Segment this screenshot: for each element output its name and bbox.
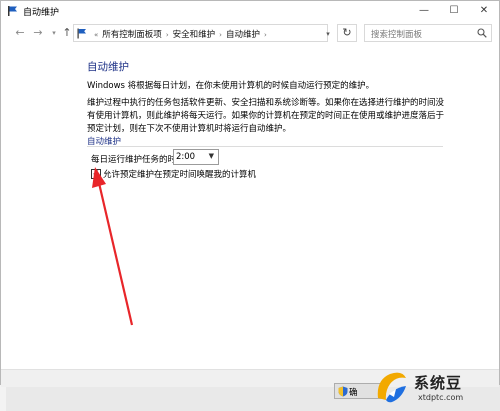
control-panel-window: 自动维护 — ☐ ✕ ← → ▾ ↑ «所有控制面板项 › 安全和维护 › 自动维护 › … <box>0 0 500 387</box>
window-title: 自动维护 <box>23 8 60 18</box>
chevron-down-icon: ▼ <box>208 152 214 160</box>
wake-computer-checkbox[interactable]: ✓ <box>91 169 101 179</box>
watermark-title: 系统豆 <box>414 374 463 392</box>
breadcrumb-separator-icon[interactable]: › <box>166 31 169 39</box>
watermark-logo-icon <box>377 372 406 403</box>
address-bar[interactable]: «所有控制面板项 › 安全和维护 › 自动维护 › <box>73 24 328 42</box>
back-button[interactable]: ← <box>13 26 27 40</box>
recent-locations-dropdown[interactable]: ▾ <box>47 26 61 40</box>
watermark-url: xtdptc.com <box>418 393 464 402</box>
close-button[interactable]: ✕ <box>469 1 499 21</box>
intro-text: Windows 将根据每日计划，在你未使用计算机的时候自动运行预定的维护。 <box>87 81 375 91</box>
maintenance-time-value: 2:00 <box>176 152 196 162</box>
up-button[interactable]: ↑ <box>60 26 74 40</box>
maximize-button[interactable]: ☐ <box>439 1 469 21</box>
ok-button-label: 确 <box>349 388 358 398</box>
breadcrumb-security-and-maintenance[interactable]: 安全和维护 <box>173 28 216 40</box>
wake-computer-label[interactable]: 允许预定维护在预定时间唤醒我的计算机 <box>103 168 256 180</box>
breadcrumb-all-control-panel-items[interactable]: 所有控制面板项 <box>102 28 162 40</box>
forward-button[interactable]: → <box>31 26 45 40</box>
main-content: 自动维护 Windows 将根据每日计划，在你未使用计算机的时候自动运行预定的维… <box>1 45 499 335</box>
minimize-button[interactable]: — <box>409 1 439 21</box>
title-bar: 自动维护 — ☐ ✕ <box>1 1 499 21</box>
description-text: 维护过程中执行的任务包括软件更新、安全扫描和系统诊断等。如果你在选择进行维护的时… <box>87 98 445 134</box>
maintenance-flag-icon <box>8 6 17 16</box>
breadcrumb-separator-icon[interactable]: › <box>219 31 222 39</box>
breadcrumb-automatic-maintenance[interactable]: 自动维护 <box>226 28 260 40</box>
section-divider <box>87 146 443 147</box>
refresh-button[interactable]: ↻ <box>337 24 357 42</box>
admin-shield-icon <box>338 386 348 397</box>
breadcrumb-separator-icon[interactable]: › <box>264 31 267 39</box>
page-title: 自动维护 <box>87 61 129 73</box>
search-icon[interactable] <box>477 28 487 38</box>
maintenance-time-label: 每日运行维护任务的时间 <box>91 155 185 165</box>
address-history-dropdown[interactable]: ▾ <box>321 27 335 41</box>
search-placeholder: 搜索控制面板 <box>371 30 423 40</box>
maintenance-time-select[interactable]: 2:00 ▼ <box>173 149 219 165</box>
breadcrumb-overflow-icon[interactable]: « <box>94 31 98 39</box>
search-input[interactable]: 搜索控制面板 <box>364 24 492 42</box>
breadcrumb: «所有控制面板项 › 安全和维护 › 自动维护 › <box>90 28 271 40</box>
control-panel-flag-icon <box>77 28 86 39</box>
